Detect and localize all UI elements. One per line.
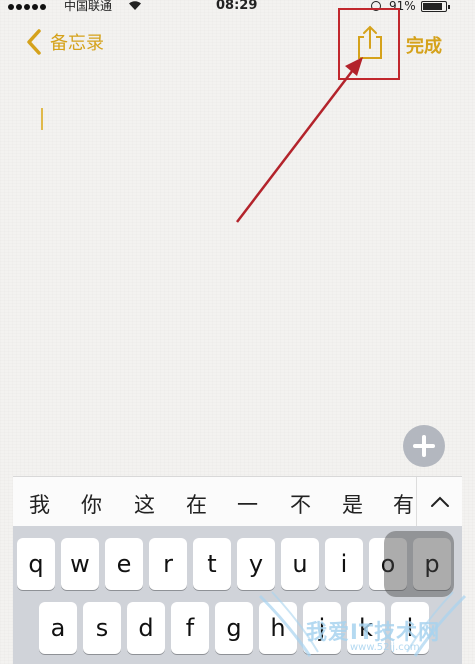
expand-suggestions-button[interactable] xyxy=(416,477,462,527)
status-bar: 中国联通 08:29 91% xyxy=(0,0,475,14)
wifi-icon xyxy=(128,0,142,14)
key-h[interactable]: h xyxy=(259,602,297,654)
annotation-highlight-box xyxy=(338,8,400,80)
suggestion-item[interactable]: 是 xyxy=(342,489,363,519)
key-q[interactable]: q xyxy=(17,538,55,590)
key-f[interactable]: f xyxy=(171,602,209,654)
add-checklist-button[interactable] xyxy=(403,425,445,467)
key-y[interactable]: y xyxy=(237,538,275,590)
watermark-url: www.52ij.com xyxy=(350,642,420,653)
suggestion-item[interactable]: 我 xyxy=(29,489,50,519)
suggestion-bar: 我 你 这 在 一 不 是 有 xyxy=(13,476,462,527)
done-button[interactable]: 完成 xyxy=(406,32,442,58)
chevron-up-icon xyxy=(431,496,449,507)
chevron-left-icon xyxy=(27,29,41,55)
key-a[interactable]: a xyxy=(39,602,77,654)
back-label: 备忘录 xyxy=(50,33,104,54)
key-r[interactable]: r xyxy=(149,538,187,590)
carrier-label: 中国联通 xyxy=(64,0,113,13)
suggestion-item[interactable]: 这 xyxy=(134,489,155,519)
status-time: 08:29 xyxy=(216,0,258,13)
suggestion-item[interactable]: 你 xyxy=(81,489,102,519)
suggestion-item[interactable]: 有 xyxy=(393,489,414,519)
key-u[interactable]: u xyxy=(281,538,319,590)
key-i[interactable]: i xyxy=(325,538,363,590)
text-cursor xyxy=(41,108,43,130)
suggestion-item[interactable]: 在 xyxy=(186,489,207,519)
key-w[interactable]: w xyxy=(61,538,99,590)
key-d[interactable]: d xyxy=(127,602,165,654)
suggestion-item[interactable]: 不 xyxy=(290,489,311,519)
back-button[interactable]: 备忘录 xyxy=(24,28,104,56)
key-s[interactable]: s xyxy=(83,602,121,654)
key-g[interactable]: g xyxy=(215,602,253,654)
battery-icon xyxy=(421,1,450,12)
key-t[interactable]: t xyxy=(193,538,231,590)
suggestion-item[interactable]: 一 xyxy=(237,489,258,519)
signal-strength-icon xyxy=(8,1,46,10)
key-press-highlight xyxy=(384,531,454,597)
key-e[interactable]: e xyxy=(105,538,143,590)
